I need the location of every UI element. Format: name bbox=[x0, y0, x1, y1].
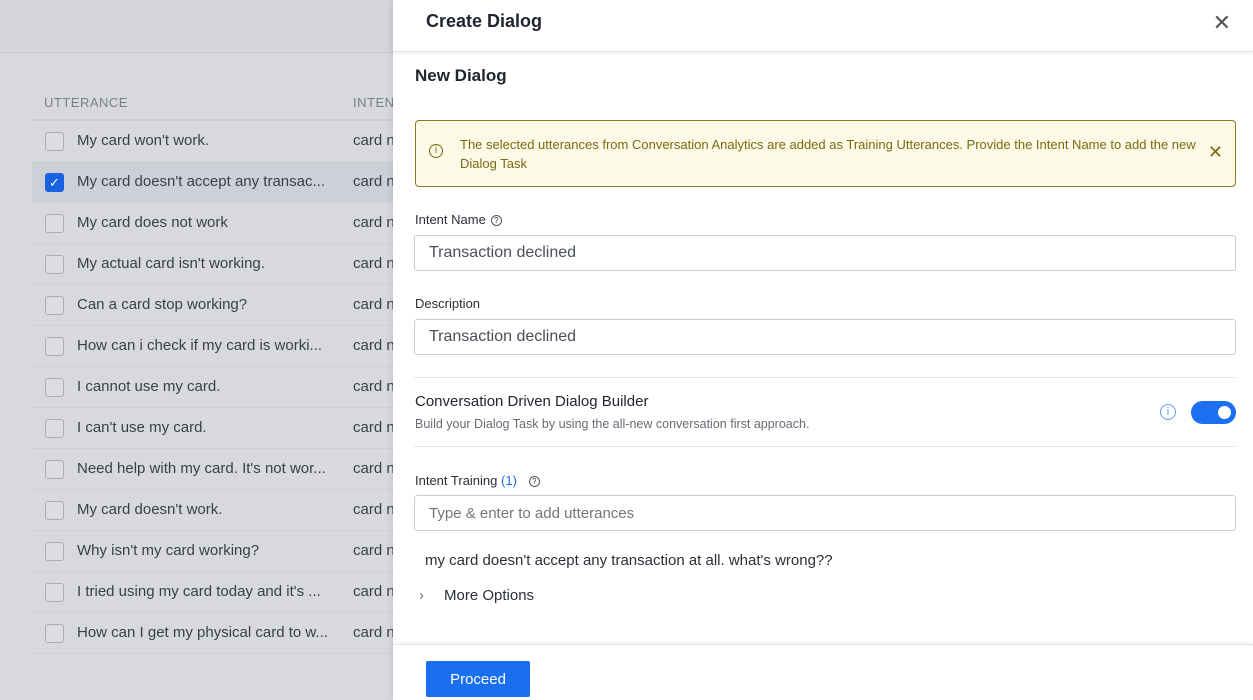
utterance-text: Why isn't my card working? bbox=[77, 542, 259, 559]
table-row[interactable]: I can't use my card. card n bbox=[32, 408, 393, 449]
utterance-text: My card does not work bbox=[77, 214, 228, 231]
create-dialog-panel: Create Dialog ✕ New Dialog i The selecte… bbox=[393, 0, 1253, 700]
table-row[interactable]: I cannot use my card. card n bbox=[32, 367, 393, 408]
training-utterance: my card doesn't accept any transaction a… bbox=[425, 552, 833, 569]
row-checkbox[interactable] bbox=[45, 296, 64, 315]
row-checkbox[interactable] bbox=[45, 583, 64, 602]
row-checkbox[interactable] bbox=[45, 337, 64, 356]
intent-text: card n bbox=[353, 460, 395, 477]
intent-text: card n bbox=[353, 419, 395, 436]
utterance-text: How can i check if my card is worki... bbox=[77, 337, 322, 354]
help-icon[interactable]: ? bbox=[529, 476, 540, 487]
intent-text: card n bbox=[353, 173, 395, 190]
row-checkbox[interactable] bbox=[45, 419, 64, 438]
intent-text: card n bbox=[353, 501, 395, 518]
top-bar bbox=[0, 0, 393, 53]
intent-text: card n bbox=[353, 624, 395, 641]
panel-title: Create Dialog bbox=[426, 11, 542, 32]
utterance-text: Can a card stop working? bbox=[77, 296, 247, 313]
builder-title: Conversation Driven Dialog Builder bbox=[415, 393, 648, 410]
table-row[interactable]: Why isn't my card working? card n bbox=[32, 531, 393, 572]
intent-text: card n bbox=[353, 132, 395, 149]
intent-training-label: Intent Training (1)? bbox=[415, 473, 540, 488]
chevron-right-icon: › bbox=[419, 587, 424, 604]
row-checkbox[interactable] bbox=[45, 501, 64, 520]
divider bbox=[414, 446, 1236, 447]
utterance-text: My actual card isn't working. bbox=[77, 255, 265, 272]
table-row[interactable]: My actual card isn't working. card n bbox=[32, 244, 393, 285]
close-banner-icon[interactable]: ✕ bbox=[1208, 142, 1223, 163]
utterance-input[interactable] bbox=[414, 495, 1236, 531]
row-checkbox[interactable]: ✓ bbox=[45, 173, 64, 192]
info-icon: i bbox=[429, 144, 443, 158]
info-banner: i The selected utterances from Conversat… bbox=[415, 120, 1236, 187]
intent-name-label: Intent Name? bbox=[415, 212, 502, 227]
utterance-text: How can I get my physical card to w... bbox=[77, 624, 328, 641]
intent-text: card n bbox=[353, 296, 395, 313]
banner-message: The selected utterances from Conversatio… bbox=[460, 135, 1200, 173]
table-row[interactable]: My card doesn't work. card n bbox=[32, 490, 393, 531]
table-row[interactable]: I tried using my card today and it's ...… bbox=[32, 572, 393, 613]
intent-name-input[interactable] bbox=[414, 235, 1236, 271]
intent-text: card n bbox=[353, 378, 395, 395]
proceed-button[interactable]: Proceed bbox=[426, 661, 530, 697]
table-row[interactable]: ✓ My card doesn't accept any transac... ca… bbox=[32, 162, 393, 203]
intent-text: card n bbox=[353, 337, 395, 354]
help-icon[interactable]: ? bbox=[491, 215, 502, 226]
intent-name-label-text: Intent Name bbox=[415, 212, 486, 227]
utterance-text: My card doesn't accept any transac... bbox=[77, 173, 325, 190]
divider bbox=[414, 377, 1236, 378]
table-row[interactable]: How can i check if my card is worki... ca… bbox=[32, 326, 393, 367]
row-checkbox[interactable] bbox=[45, 460, 64, 479]
section-title: New Dialog bbox=[415, 66, 507, 86]
intent-training-label-text: Intent Training bbox=[415, 473, 497, 488]
more-options-label: More Options bbox=[444, 587, 534, 604]
close-icon[interactable]: ✕ bbox=[1213, 10, 1231, 36]
intent-text: card n bbox=[353, 214, 395, 231]
utterance-text: I cannot use my card. bbox=[77, 378, 220, 395]
table-row[interactable]: How can I get my physical card to w... ca… bbox=[32, 613, 393, 654]
utterance-text: Need help with my card. It's not wor... bbox=[77, 460, 326, 477]
table-header: UTTERANCE INTENT bbox=[32, 84, 393, 121]
description-input[interactable] bbox=[414, 319, 1236, 355]
builder-description: Build your Dialog Task by using the all-… bbox=[415, 417, 809, 431]
utterance-table: UTTERANCE INTENT My card won't work. card… bbox=[32, 84, 393, 654]
utterance-text: My card won't work. bbox=[77, 132, 209, 149]
row-checkbox[interactable] bbox=[45, 542, 64, 561]
row-checkbox[interactable] bbox=[45, 255, 64, 274]
header-utterance: UTTERANCE bbox=[44, 95, 128, 110]
table-row[interactable]: Need help with my card. It's not wor... c… bbox=[32, 449, 393, 490]
table-row[interactable]: My card won't work. card n bbox=[32, 121, 393, 162]
intent-text: card n bbox=[353, 542, 395, 559]
utterance-text: My card doesn't work. bbox=[77, 501, 222, 518]
row-checkbox[interactable] bbox=[45, 624, 64, 643]
panel-header: Create Dialog ✕ bbox=[393, 0, 1253, 52]
info-icon[interactable]: i bbox=[1160, 404, 1176, 420]
table-row[interactable]: Can a card stop working? card n bbox=[32, 285, 393, 326]
training-count: (1) bbox=[501, 473, 517, 488]
panel-footer: Proceed bbox=[393, 644, 1253, 700]
more-options-toggle[interactable]: › More Options bbox=[419, 587, 534, 604]
description-label: Description bbox=[415, 296, 480, 311]
row-checkbox[interactable] bbox=[45, 378, 64, 397]
intent-text: card n bbox=[353, 583, 395, 600]
intent-text: card n bbox=[353, 255, 395, 272]
row-checkbox[interactable] bbox=[45, 214, 64, 233]
utterance-text: I tried using my card today and it's ... bbox=[77, 583, 321, 600]
row-checkbox[interactable] bbox=[45, 132, 64, 151]
table-row[interactable]: My card does not work card n bbox=[32, 203, 393, 244]
builder-toggle[interactable] bbox=[1191, 401, 1236, 424]
utterance-text: I can't use my card. bbox=[77, 419, 207, 436]
